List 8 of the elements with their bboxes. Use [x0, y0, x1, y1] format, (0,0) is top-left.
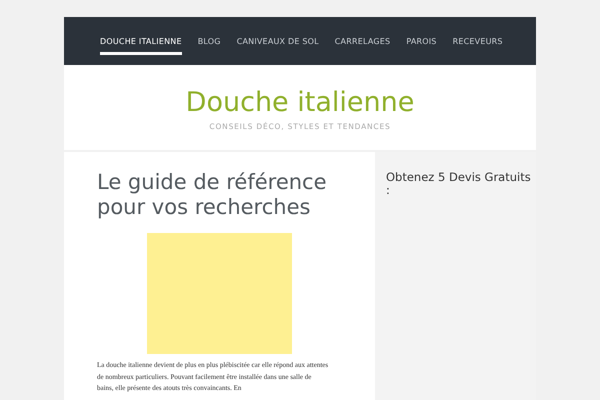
nav-tab[interactable]: PAROIS	[406, 27, 437, 55]
sidebar-heading: Obtenez 5 Devis Gratuits :	[386, 171, 532, 197]
nav-tab[interactable]: CARRELAGES	[334, 27, 390, 55]
nav-tab[interactable]: DOUCHE ITALIENNE	[100, 27, 182, 55]
article-title: Le guide de référence pour vos recherches	[97, 170, 328, 220]
nav-tab[interactable]: BLOG	[198, 27, 221, 55]
nav-tab[interactable]: CANIVEAUX DE SOL	[236, 27, 319, 55]
nav-tab[interactable]: RECEVEURS	[452, 27, 503, 55]
